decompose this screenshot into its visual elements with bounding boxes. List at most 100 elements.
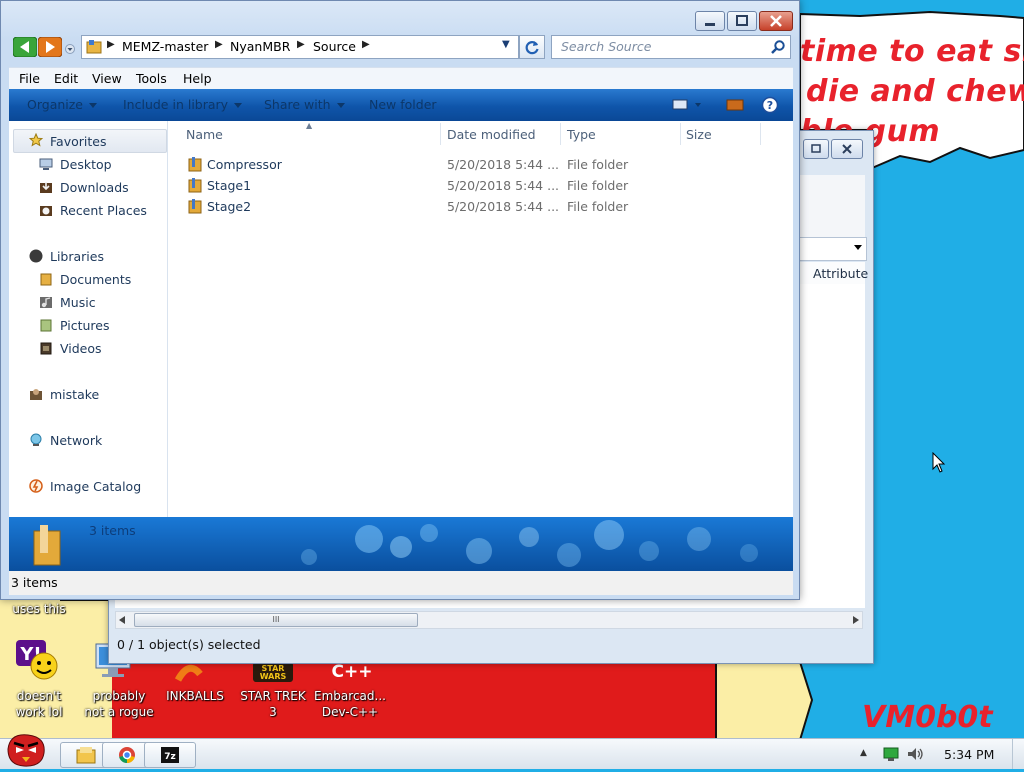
file-type: File folder [567, 157, 629, 172]
column-separator[interactable] [680, 123, 681, 145]
organize-label: Organize [27, 97, 83, 112]
svg-text:C++: C++ [332, 662, 373, 682]
maximize-button[interactable] [727, 11, 757, 31]
menu-file[interactable]: File [19, 71, 40, 86]
label-line: work lol [15, 705, 63, 719]
taskbar: 7z ▲ 5:34 PM [0, 734, 1024, 769]
nav-pictures[interactable]: Pictures [60, 318, 110, 333]
network-status-icon[interactable] [882, 746, 900, 762]
change-view-icon[interactable] [671, 97, 705, 113]
file-type: File folder [567, 178, 629, 193]
file-row[interactable]: Stage2 5/20/2018 5:44 ... File folder [182, 196, 782, 216]
close-button[interactable] [831, 139, 863, 159]
refresh-button[interactable] [519, 35, 545, 59]
wallpaper-signature: VM0b0t [862, 700, 993, 735]
address-dropdown-icon[interactable]: ▼ [502, 39, 510, 50]
recent-pages-dropdown[interactable] [65, 43, 75, 54]
column-separator[interactable] [760, 123, 761, 145]
breadcrumb-item[interactable]: Source [313, 39, 356, 54]
sort-indicator-icon: ▲ [306, 121, 313, 130]
yahoo-messenger-icon[interactable]: Y! [14, 638, 62, 682]
help-icon[interactable]: ? [761, 96, 779, 114]
label-line: STAR TREK [240, 689, 306, 703]
file-date: 5/20/2018 5:44 ... [447, 178, 560, 193]
folder-icon [188, 178, 202, 193]
menu-tools[interactable]: Tools [136, 71, 167, 86]
downloads-icon [40, 182, 52, 193]
desktop-icon-label[interactable]: Embarcad... Dev-C++ [308, 688, 392, 720]
desktop-icon-label[interactable]: INKBALLS [158, 688, 232, 704]
file-date: 5/20/2018 5:44 ... [447, 157, 560, 172]
chevron-down-icon [234, 103, 243, 108]
nav-recent-places[interactable]: Recent Places [60, 203, 147, 218]
nav-music[interactable]: Music [60, 295, 96, 310]
address-bar[interactable]: ▶ MEMZ-master ▶ NyanMBR ▶ Source ▶ ▼ [81, 35, 519, 59]
menu-view[interactable]: View [92, 71, 122, 86]
desktop-icon-label[interactable]: doesn't work lol [4, 688, 74, 720]
nav-desktop[interactable]: Desktop [60, 157, 112, 172]
desktop-icon-label[interactable]: STAR TREK 3 [234, 688, 312, 720]
label-line: Dev-C++ [321, 705, 379, 719]
maximize-button[interactable] [803, 139, 829, 159]
back-button[interactable] [12, 36, 38, 58]
column-header-attribute[interactable]: Attribute [813, 266, 868, 281]
column-separator[interactable] [440, 123, 441, 145]
show-hidden-icons-button[interactable]: ▲ [860, 748, 867, 758]
breadcrumb-item[interactable]: NyanMBR [230, 39, 290, 54]
file-name: Stage2 [207, 199, 252, 214]
include-in-library-button[interactable]: Include in library [123, 97, 243, 112]
nav-downloads[interactable]: Downloads [60, 180, 129, 195]
nav-image-catalog[interactable]: Image Catalog [50, 479, 141, 494]
breadcrumb-separator-icon[interactable]: ▶ [297, 39, 305, 50]
breadcrumb-separator-icon[interactable]: ▶ [107, 39, 115, 50]
column-header-size[interactable]: Size [686, 127, 712, 142]
nav-mistake[interactable]: mistake [50, 387, 99, 402]
desktop-icon-label[interactable]: probably not a rogue [80, 688, 158, 720]
chevron-down-icon [89, 103, 97, 108]
search-input[interactable]: Search Source [551, 35, 791, 59]
menu-help[interactable]: Help [183, 71, 212, 86]
file-row[interactable]: Compressor 5/20/2018 5:44 ... File folde… [182, 154, 782, 174]
nav-documents[interactable]: Documents [60, 272, 131, 287]
folder-icon [86, 40, 102, 54]
column-header-type[interactable]: Type [567, 127, 596, 142]
explorer-window[interactable]: ▶ MEMZ-master ▶ NyanMBR ▶ Source ▶ ▼ Sea… [0, 0, 800, 600]
column-header-name[interactable]: Name [186, 127, 223, 142]
clock[interactable]: 5:34 PM [944, 747, 994, 762]
image-catalog-icon [29, 479, 43, 493]
search-icon[interactable] [770, 39, 786, 55]
breadcrumb-item[interactable]: MEMZ-master [122, 39, 208, 54]
preview-pane-icon[interactable] [725, 97, 745, 113]
details-pane: 3 items [9, 517, 793, 571]
file-row[interactable]: Stage1 5/20/2018 5:44 ... File folder [182, 175, 782, 195]
breadcrumb-separator-icon[interactable]: ▶ [215, 39, 223, 50]
scrollbar-thumb[interactable]: III [134, 613, 418, 627]
column-header-date-modified[interactable]: Date modified [447, 127, 536, 142]
search-placeholder: Search Source [561, 39, 652, 54]
organize-button[interactable]: Organize [27, 97, 97, 112]
minimize-button[interactable] [695, 11, 725, 31]
command-bar: Organize Include in library Share with N… [9, 89, 793, 121]
volume-icon[interactable] [906, 746, 924, 762]
show-desktop-button[interactable] [1012, 739, 1024, 769]
start-button[interactable] [2, 731, 50, 769]
horizontal-scrollbar[interactable]: III [115, 611, 863, 629]
breadcrumb-separator-icon[interactable]: ▶ [362, 39, 370, 50]
include-label: Include in library [123, 97, 229, 112]
file-type: File folder [567, 199, 629, 214]
documents-icon [40, 273, 52, 286]
menu-edit[interactable]: Edit [54, 71, 78, 86]
column-separator[interactable] [560, 123, 561, 145]
desktop-icon-label[interactable]: uses this [4, 601, 74, 617]
share-with-button[interactable]: Share with [264, 97, 345, 112]
nav-libraries[interactable]: Libraries [50, 249, 104, 264]
nav-favorites[interactable]: Favorites [50, 134, 106, 149]
taskbar-button-7zip[interactable]: 7z [144, 742, 196, 768]
nav-videos[interactable]: Videos [60, 341, 102, 356]
forward-button[interactable] [37, 36, 63, 58]
new-folder-button[interactable]: New folder [369, 97, 437, 112]
close-button[interactable] [759, 11, 793, 31]
nav-network[interactable]: Network [50, 433, 102, 448]
user-folder-icon [30, 389, 42, 400]
navigation-pane: Favorites Desktop Downloads Recent Place… [9, 121, 168, 517]
